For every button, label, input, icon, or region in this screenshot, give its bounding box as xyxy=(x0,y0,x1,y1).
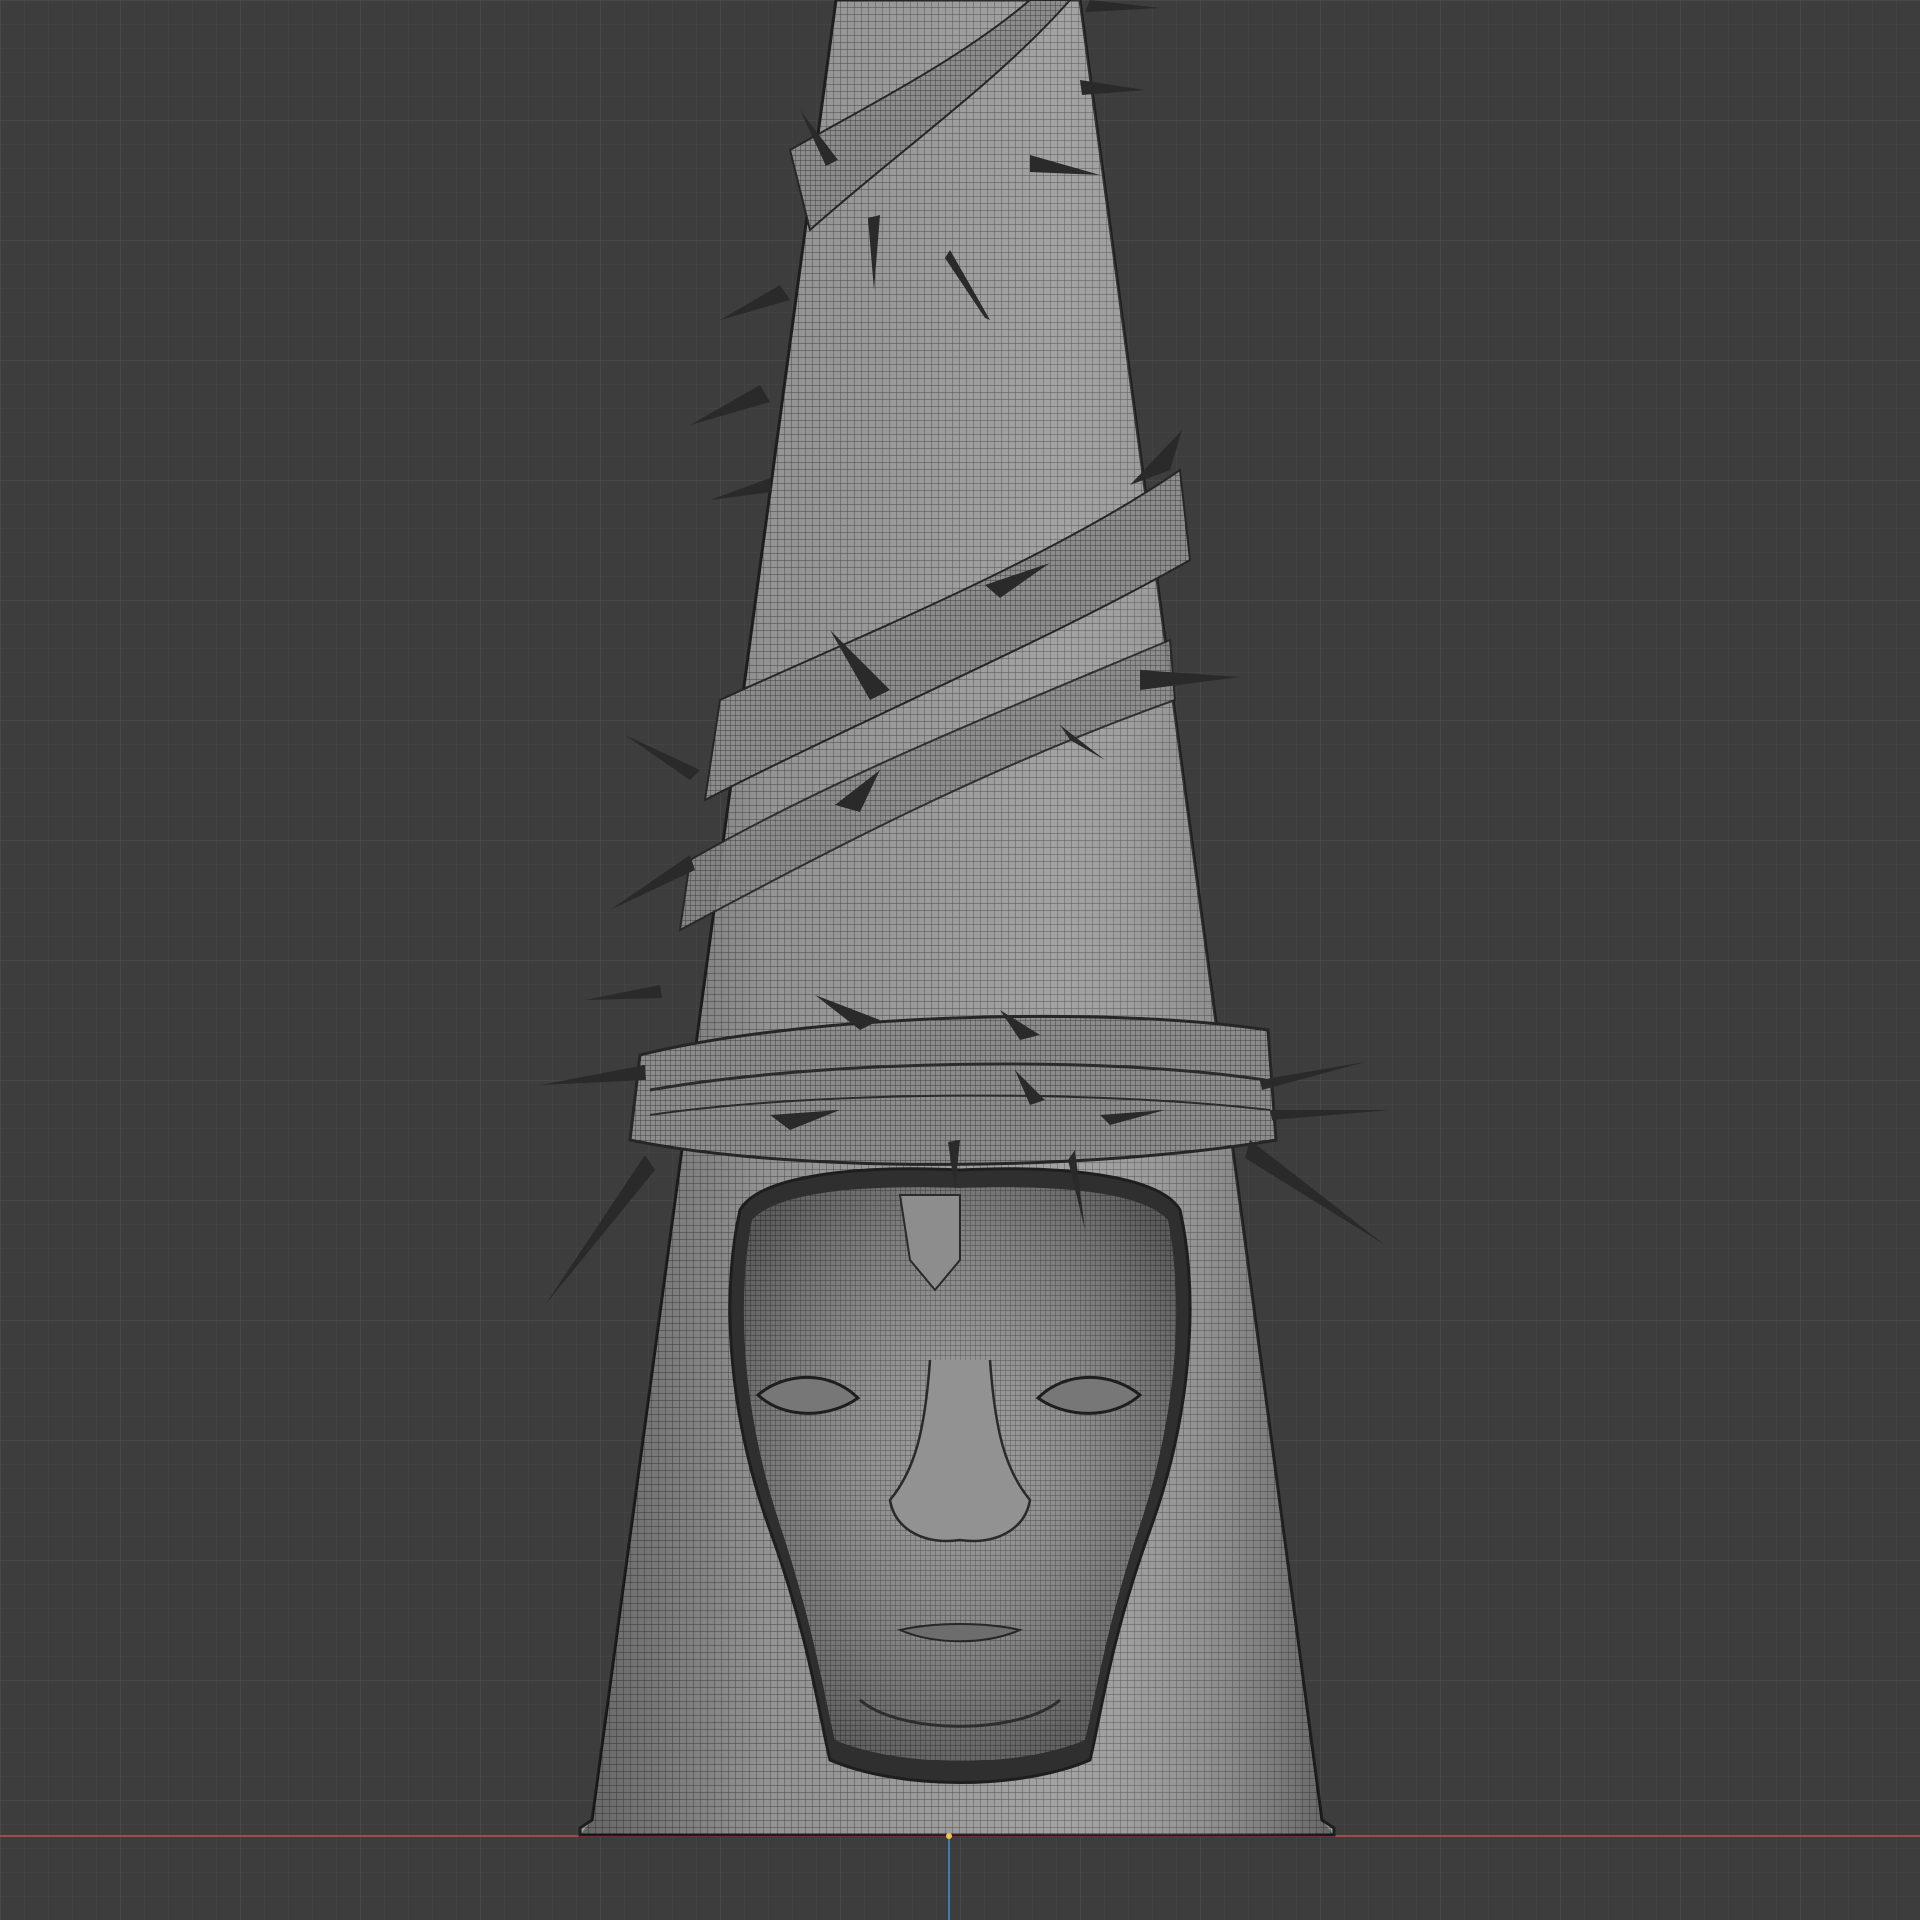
viewport-canvas[interactable] xyxy=(0,0,1920,1920)
3d-viewport[interactable] xyxy=(0,0,1920,1920)
origin-point xyxy=(946,1833,952,1839)
